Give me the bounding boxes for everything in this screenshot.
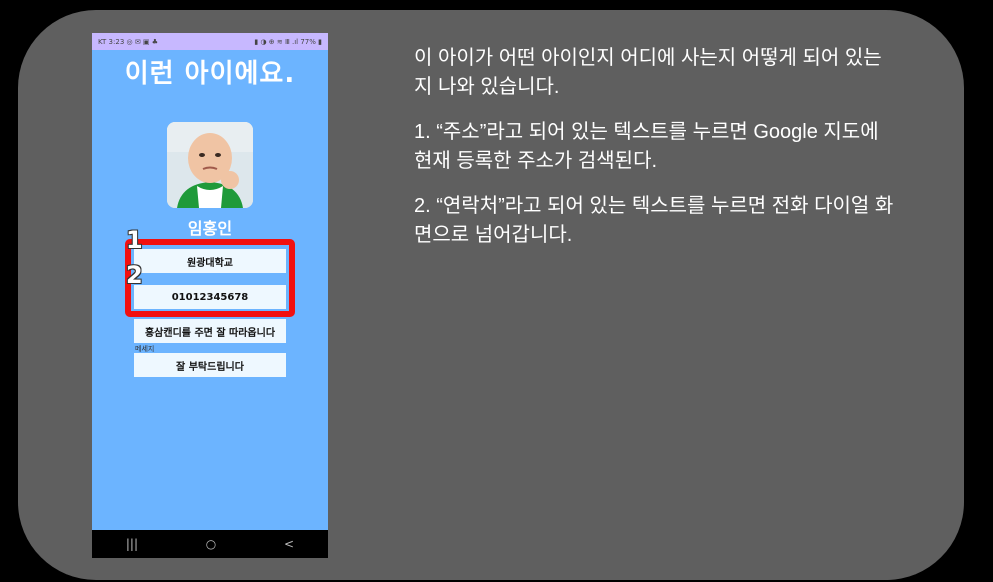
note-field[interactable]: 홍삼캔디를 주면 잘 따라옵니다 [134, 319, 286, 343]
back-icon[interactable]: < [284, 537, 294, 551]
description-paragraph-2: 1. “주소”라고 되어 있는 텍스트를 누르면 Google 지도에 현재 등… [414, 121, 879, 172]
highlight-box [125, 239, 295, 317]
marker-1: 1 [126, 226, 143, 254]
baby-photo-icon [167, 122, 253, 208]
recent-apps-icon[interactable]: ||| [126, 537, 138, 551]
status-bar: KT 3:23 ◎ ✉ ▣ ♣ ▮ ◑ ⊕ ≋ Ⅲ .ıl 77% ▮ [92, 33, 328, 50]
home-icon[interactable]: ○ [206, 537, 216, 551]
marker-2: 2 [126, 261, 143, 289]
profile-photo [167, 122, 253, 208]
status-right: ▮ ◑ ⊕ ≋ Ⅲ .ıl 77% ▮ [254, 37, 322, 46]
status-left: KT 3:23 ◎ ✉ ▣ ♣ [98, 37, 159, 46]
phone-screenshot: KT 3:23 ◎ ✉ ▣ ♣ ▮ ◑ ⊕ ≋ Ⅲ .ıl 77% ▮ 이런 아… [92, 33, 328, 558]
description-paragraph-1: 이 아이가 어떤 아이인지 어디에 사는지 어떻게 되어 있는지 나와 있습니다… [414, 47, 882, 98]
description-text: 이 아이가 어떤 아이인지 어디에 사는지 어떻게 되어 있는지 나와 있습니다… [414, 44, 894, 266]
description-paragraph-3: 2. “연락처”라고 되어 있는 텍스트를 누르면 전화 다이얼 화면으로 넘어… [414, 195, 894, 246]
app-title: 이런 아이에요. [124, 59, 296, 89]
navigation-bar: ||| ○ < [92, 530, 328, 558]
message-field[interactable]: 잘 부탁드립니다 [134, 353, 286, 377]
